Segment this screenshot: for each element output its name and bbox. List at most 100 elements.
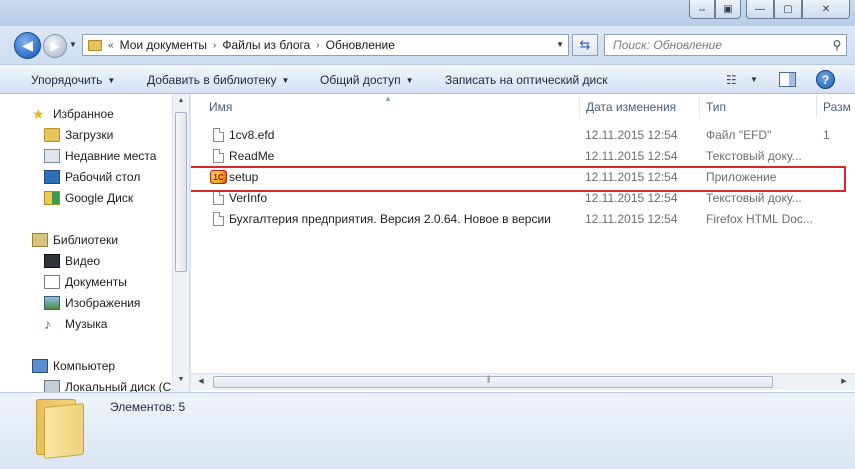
nav-favorites[interactable]: ★ Избранное: [32, 107, 114, 121]
back-button[interactable]: ◀: [14, 32, 41, 59]
breadcrumb-blog-files[interactable]: Файлы из блога: [222, 38, 310, 52]
breadcrumb-my-documents[interactable]: Мои документы: [120, 38, 207, 52]
column-header-type[interactable]: Тип: [706, 94, 816, 120]
text-file-icon: [213, 191, 224, 205]
organize-menu[interactable]: Упорядочить ▼: [31, 73, 115, 87]
horizontal-scroll-thumb[interactable]: [213, 376, 773, 388]
folder-icon: [36, 399, 86, 460]
star-icon: ★: [32, 106, 45, 122]
explorer-window: ⇔ ▣ — ▢ ✕ ◀ ▶ ▼ « Мои документы › Файлы …: [0, 0, 855, 469]
search-input[interactable]: Поиск: Обновление: [605, 38, 828, 52]
google-drive-icon: [44, 191, 60, 205]
nav-item-video[interactable]: Видео: [44, 254, 100, 268]
help-icon[interactable]: ?: [816, 70, 835, 89]
chevron-down-icon: ▼: [281, 76, 290, 85]
nav-item-label: Видео: [65, 254, 101, 268]
breadcrumb-update[interactable]: Обновление: [326, 38, 395, 52]
column-name-label: Имя: [209, 100, 233, 114]
view-dropdown-icon[interactable]: ▼: [750, 75, 758, 84]
nav-item-local-disk[interactable]: Локальный диск (C: [44, 380, 171, 392]
nav-item-label: Документы: [65, 275, 127, 289]
nav-scrollbar[interactable]: ▲ ▼: [172, 94, 189, 392]
view-options-icon[interactable]: ☷: [726, 73, 737, 87]
table-row[interactable]: Бухгалтерия предприятия. Версия 2.0.64. …: [191, 209, 855, 230]
html-file-icon: [213, 212, 224, 226]
file-date: 12.11.2015 12:54: [585, 128, 678, 142]
horizontal-scrollbar[interactable]: ◀ ||| ▶: [191, 373, 855, 390]
nav-item-music[interactable]: ♪ Музыка: [44, 317, 107, 331]
breadcrumb-overflow[interactable]: «: [108, 40, 114, 51]
maximize-button[interactable]: ▢: [774, 0, 802, 19]
file-date: 12.11.2015 12:54: [585, 149, 678, 163]
address-bar[interactable]: « Мои документы › Файлы из блога › Обнов…: [82, 34, 569, 56]
desktop-icon: [44, 170, 60, 184]
chevron-right-icon[interactable]: ›: [213, 40, 216, 51]
scroll-up-icon[interactable]: ▲: [173, 97, 189, 104]
column-header-name[interactable]: Имя: [209, 94, 581, 120]
scroll-left-icon[interactable]: ◀: [193, 377, 209, 385]
column-header-size[interactable]: Разм: [823, 94, 855, 120]
items-count: Элементов: 5: [110, 400, 186, 414]
nav-item-label: Рабочий стол: [65, 170, 141, 184]
share-menu[interactable]: Общий доступ ▼: [320, 73, 414, 87]
close-button[interactable]: ✕: [802, 0, 850, 19]
burn-button[interactable]: Записать на оптический диск: [445, 73, 608, 87]
share-label: Общий доступ: [320, 73, 401, 87]
preview-pane-icon[interactable]: [779, 72, 796, 87]
scroll-down-icon[interactable]: ▼: [173, 376, 189, 383]
minimize-button[interactable]: —: [746, 0, 774, 19]
nav-item-pictures[interactable]: Изображения: [44, 296, 140, 310]
forward-button[interactable]: ▶: [43, 34, 67, 58]
nav-scroll-thumb[interactable]: [175, 112, 187, 272]
column-divider[interactable]: [579, 96, 580, 118]
nav-item-documents[interactable]: Документы: [44, 275, 127, 289]
nav-computer[interactable]: Компьютер: [32, 359, 115, 373]
recent-places-icon: [44, 149, 60, 163]
downloads-folder-icon: [44, 128, 60, 142]
column-divider[interactable]: [816, 96, 817, 118]
table-row[interactable]: ReadMe 12.11.2015 12:54 Текстовый доку..…: [191, 146, 855, 167]
documents-icon: [44, 275, 60, 289]
window-icon[interactable]: ▣: [715, 0, 741, 19]
scroll-grip-icon: |||: [487, 376, 491, 383]
nav-item-desktop[interactable]: Рабочий стол: [44, 170, 140, 184]
add-to-library-menu[interactable]: Добавить в библиотеку ▼: [147, 73, 289, 87]
column-header-date[interactable]: Дата изменения: [586, 94, 696, 120]
nav-item-downloads[interactable]: Загрузки: [44, 128, 113, 142]
pictures-icon: [44, 296, 60, 310]
column-type-label: Тип: [706, 100, 727, 114]
file-type: Текстовый доку...: [706, 149, 802, 163]
nav-libraries[interactable]: Библиотеки: [32, 233, 118, 247]
chevron-right-icon[interactable]: ›: [316, 40, 319, 51]
add-library-label: Добавить в библиотеку: [147, 73, 277, 87]
nav-item-label: Недавние места: [65, 149, 157, 163]
title-bar: ⇔ ▣ — ▢ ✕: [0, 0, 855, 26]
table-row[interactable]: 1cv8.efd 12.11.2015 12:54 Файл "EFD" 1: [191, 125, 855, 146]
file-type: Firefox HTML Doc...: [706, 212, 813, 226]
nav-computer-label: Компьютер: [53, 359, 116, 373]
scroll-right-icon[interactable]: ▶: [836, 377, 852, 385]
nav-item-label: Изображения: [65, 296, 141, 310]
libraries-icon: [32, 233, 48, 247]
nav-item-label: Google Диск: [65, 191, 134, 205]
column-divider[interactable]: [699, 96, 700, 118]
nav-libraries-label: Библиотеки: [53, 233, 119, 247]
search-icon[interactable]: ⚲: [828, 38, 846, 52]
address-dropdown-icon[interactable]: ▼: [556, 40, 564, 49]
resize-icon[interactable]: ⇔: [689, 0, 715, 19]
music-icon: ♪: [44, 316, 51, 332]
file-name: Бухгалтерия предприятия. Версия 2.0.64. …: [229, 212, 551, 226]
command-bar: Упорядочить ▼ Добавить в библиотеку ▼ Общи…: [0, 64, 855, 94]
arrow-left-icon: ◀: [22, 37, 33, 53]
recent-pages-dropdown[interactable]: ▼: [69, 40, 77, 49]
address-row: ◀ ▶ ▼ « Мои документы › Файлы из блога ›…: [0, 26, 855, 64]
nav-item-label: Загрузки: [65, 128, 114, 142]
nav-item-label: Локальный диск (C: [65, 380, 172, 392]
search-box[interactable]: Поиск: Обновление ⚲: [604, 34, 847, 56]
refresh-button[interactable]: ⇆: [572, 34, 598, 56]
nav-item-google-drive[interactable]: Google Диск: [44, 191, 133, 205]
file-icon: [213, 128, 224, 142]
drive-icon: [44, 380, 60, 392]
nav-item-recent-places[interactable]: Недавние места: [44, 149, 156, 163]
file-name: 1cv8.efd: [229, 128, 275, 142]
